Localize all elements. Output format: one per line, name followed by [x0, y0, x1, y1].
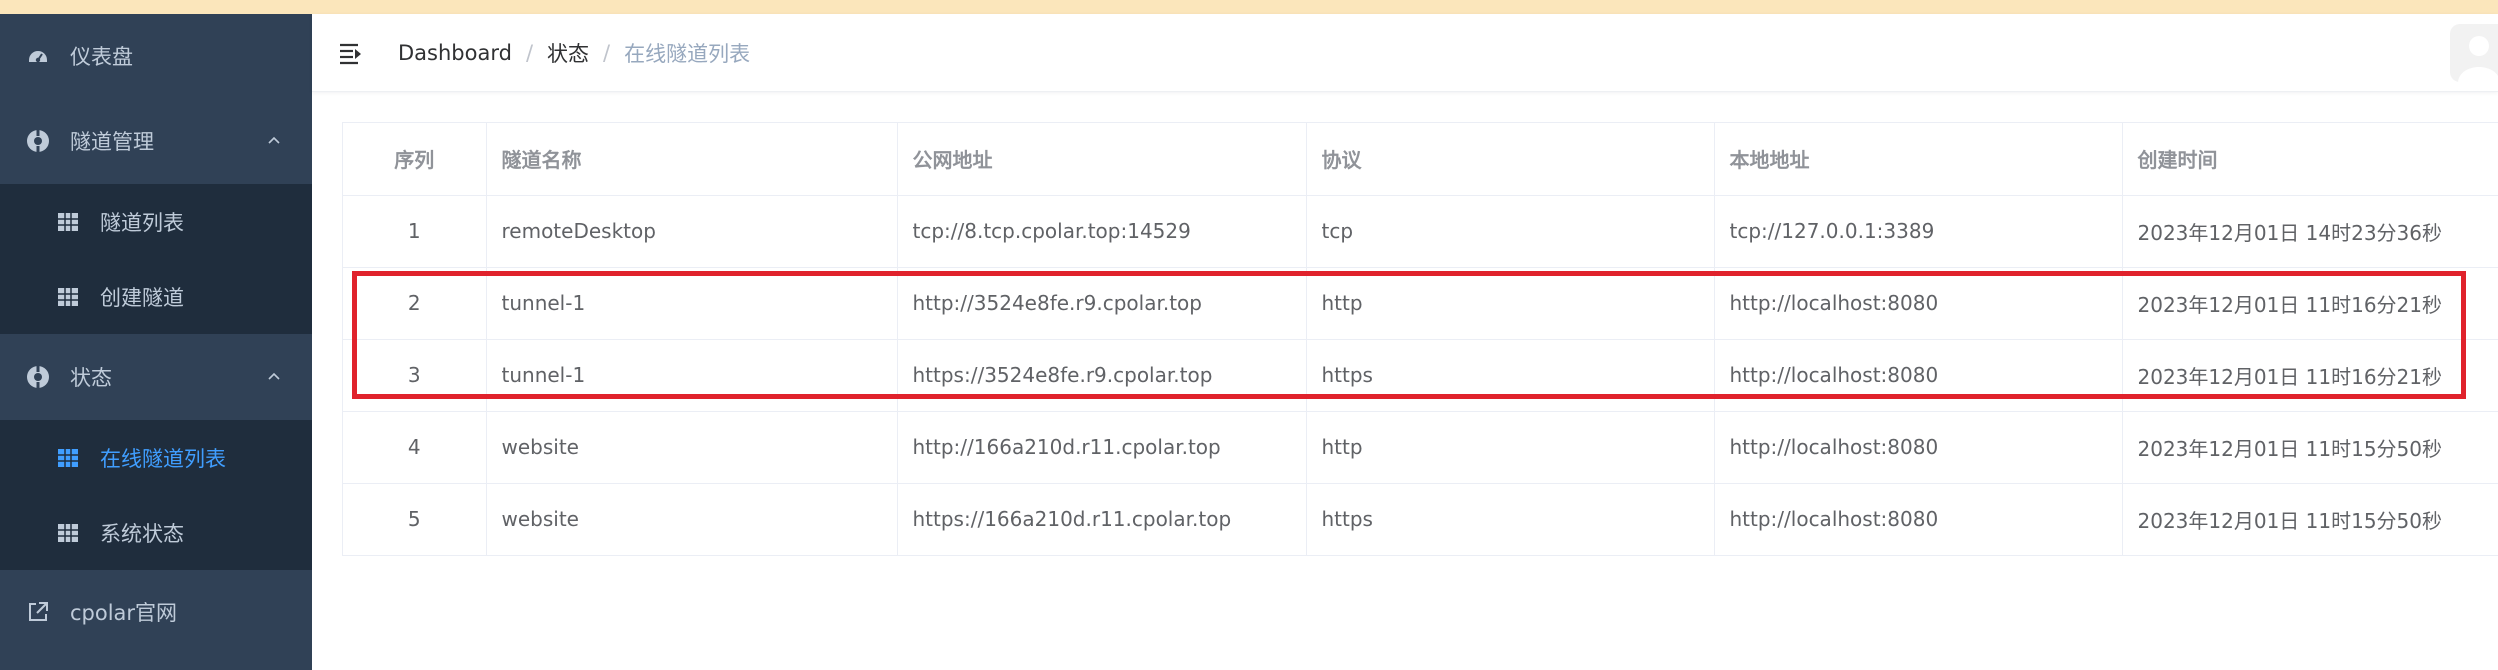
- sidebar-item-label: 隧道管理: [70, 130, 154, 154]
- breadcrumb-item-current: 在线隧道列表: [624, 41, 751, 66]
- cell-public-address: tcp://8.tcp.cpolar.top:14529: [897, 195, 1307, 268]
- cell-local-address: http://localhost:8080: [1714, 411, 2123, 484]
- cell-local-address: http://localhost:8080: [1714, 267, 2123, 340]
- table-grid-icon: [56, 521, 80, 545]
- sidebar-item-label: cpolar官网: [70, 601, 178, 625]
- cell-public-address: http://3524e8fe.r9.cpolar.top: [897, 267, 1307, 340]
- cell-local-address: http://localhost:8080: [1714, 339, 2123, 412]
- sidebar-item-dashboard[interactable]: 仪表盘: [0, 14, 312, 98]
- sidebar-item-status[interactable]: 状态: [0, 334, 312, 420]
- cell-index: 3: [343, 339, 487, 412]
- table-header-row: 序列 隧道名称 公网地址 协议 本地地址 创建时间: [343, 123, 2498, 196]
- dashboard-icon: [26, 44, 50, 68]
- cell-index: 5: [343, 483, 487, 556]
- cell-tunnel-name: remoteDesktop: [486, 195, 898, 268]
- cell-protocol: https: [1306, 339, 1715, 412]
- table-grid-icon: [56, 210, 80, 234]
- cell-local-address: http://localhost:8080: [1714, 483, 2123, 556]
- column-header-protocol: 协议: [1306, 123, 1715, 196]
- cell-tunnel-name: tunnel-1: [486, 267, 898, 340]
- chevron-up-icon: [268, 136, 280, 144]
- table-grid-icon: [56, 285, 80, 309]
- breadcrumb: Dashboard / 状态 / 在线隧道列表: [398, 38, 750, 68]
- submenu-tunnel-management: 隧道列表 创建隧道: [0, 184, 312, 334]
- cell-index: 2: [343, 267, 487, 340]
- cell-created-time: 2023年12月01日 11时16分21秒: [2122, 267, 2498, 340]
- sidebar-item-label: 状态: [70, 366, 112, 390]
- table-row: 5 website https://166a210d.r11.cpolar.to…: [343, 483, 2498, 556]
- navbar: Dashboard / 状态 / 在线隧道列表: [312, 14, 2498, 92]
- breadcrumb-separator: /: [603, 40, 611, 65]
- table-row: 3 tunnel-1 https://3524e8fe.r9.cpolar.to…: [343, 339, 2498, 412]
- sidebar: 仪表盘 隧道管理 隧道列表 创建隧道 状态 在线隧道列表 系统状态 cpolar…: [0, 14, 312, 670]
- cell-created-time: 2023年12月01日 11时15分50秒: [2122, 411, 2498, 484]
- table-grid-icon: [56, 446, 80, 470]
- table-row: 4 website http://166a210d.r11.cpolar.top…: [343, 411, 2498, 484]
- breadcrumb-item-status[interactable]: 状态: [547, 38, 589, 68]
- cell-protocol: https: [1306, 483, 1715, 556]
- column-header-index: 序列: [343, 123, 487, 196]
- cell-created-time: 2023年12月01日 11时16分21秒: [2122, 339, 2498, 412]
- cell-local-address: tcp://127.0.0.1:3389: [1714, 195, 2123, 268]
- sidebar-item-tunnel-management[interactable]: 隧道管理: [0, 98, 312, 184]
- table-row: 2 tunnel-1 http://3524e8fe.r9.cpolar.top…: [343, 267, 2498, 340]
- cell-public-address: https://3524e8fe.r9.cpolar.top: [897, 339, 1307, 412]
- online-tunnel-table: 序列 隧道名称 公网地址 协议 本地地址 创建时间 1 remoteDeskto…: [342, 122, 2498, 556]
- top-notice-strip: [0, 0, 2498, 14]
- breadcrumb-item-dashboard[interactable]: Dashboard: [398, 41, 512, 65]
- sidebar-item-online-tunnel-list[interactable]: 在线隧道列表: [0, 420, 312, 495]
- sidebar-item-system-status[interactable]: 系统状态: [0, 495, 312, 570]
- hamburger-menu-icon[interactable]: [338, 40, 364, 66]
- sidebar-item-label: 仪表盘: [70, 45, 133, 69]
- cell-tunnel-name: website: [486, 411, 898, 484]
- sidebar-item-label: 创建隧道: [100, 285, 184, 310]
- sidebar-item-create-tunnel[interactable]: 创建隧道: [0, 259, 312, 334]
- column-header-tunnel-name: 隧道名称: [486, 123, 898, 196]
- sidebar-item-label: 隧道列表: [100, 210, 184, 235]
- avatar[interactable]: [2450, 24, 2498, 82]
- sidebar-item-label: 在线隧道列表: [100, 446, 226, 471]
- user-avatar-icon: [2458, 36, 2498, 82]
- cell-tunnel-name: website: [486, 483, 898, 556]
- chevron-up-icon: [268, 372, 280, 380]
- column-header-created-time: 创建时间: [2122, 123, 2498, 196]
- cell-public-address: https://166a210d.r11.cpolar.top: [897, 483, 1307, 556]
- status-icon: [26, 365, 50, 389]
- cell-created-time: 2023年12月01日 14时23分36秒: [2122, 195, 2498, 268]
- cell-protocol: http: [1306, 267, 1715, 340]
- tunnel-management-icon: [26, 129, 50, 153]
- sidebar-item-tunnel-list[interactable]: 隧道列表: [0, 184, 312, 259]
- sidebar-item-cpolar-website[interactable]: cpolar官网: [0, 570, 312, 654]
- submenu-status: 在线隧道列表 系统状态: [0, 420, 312, 570]
- external-link-icon: [26, 600, 50, 624]
- sidebar-item-label: 系统状态: [100, 521, 184, 546]
- cell-protocol: http: [1306, 411, 1715, 484]
- cell-index: 1: [343, 195, 487, 268]
- table-row: 1 remoteDesktop tcp://8.tcp.cpolar.top:1…: [343, 195, 2498, 268]
- column-header-public-address: 公网地址: [897, 123, 1307, 196]
- column-header-local-address: 本地地址: [1714, 123, 2123, 196]
- cell-public-address: http://166a210d.r11.cpolar.top: [897, 411, 1307, 484]
- cell-tunnel-name: tunnel-1: [486, 339, 898, 412]
- cell-created-time: 2023年12月01日 11时15分50秒: [2122, 483, 2498, 556]
- cell-index: 4: [343, 411, 487, 484]
- breadcrumb-separator: /: [525, 40, 534, 65]
- cell-protocol: tcp: [1306, 195, 1715, 268]
